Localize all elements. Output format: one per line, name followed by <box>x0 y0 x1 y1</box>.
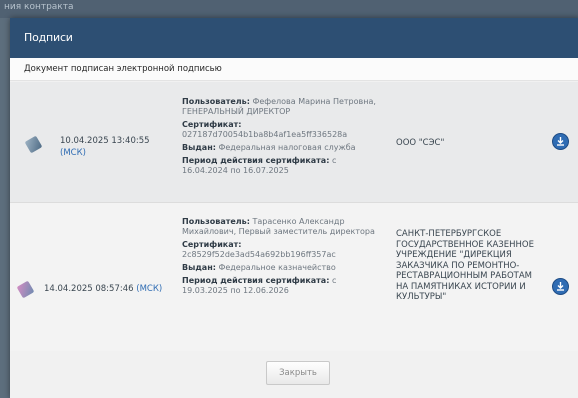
issuer-label: Выдан: <box>182 143 216 152</box>
signature-icon <box>24 135 43 154</box>
timezone-link[interactable]: (МСК) <box>60 148 86 158</box>
signature-datetime: 14.04.2025 08:57:46 <box>44 284 134 294</box>
download-button[interactable] <box>552 133 569 150</box>
signature-user: Пользователь: Фефелова Марина Петровна, … <box>182 97 382 117</box>
dialog-footer: Закрыть <box>10 351 578 398</box>
signature-issuer: Выдан: Федеральная налоговая служба <box>182 143 382 153</box>
signature-issuer: Выдан: Федеральное казначейство <box>182 263 382 273</box>
certificate-value: 2c8529f52de3ad54a692bb196ff357ac <box>182 250 336 259</box>
timezone-link[interactable]: (МСК) <box>136 284 162 294</box>
download-icon <box>557 137 564 146</box>
signature-datetime: 10.04.2025 13:40:55 <box>60 136 150 146</box>
signature-organization: САНКТ-ПЕТЕРБУРГСКОЕ ГОСУДАРСТВЕННОЕ КАЗЕ… <box>396 229 534 302</box>
dialog-header: Подписи <box>10 18 578 58</box>
close-button[interactable]: Закрыть <box>266 361 330 385</box>
signature-row: 10.04.2025 13:40:55 (МСК) Пользователь: … <box>10 82 578 202</box>
signature-details: Пользователь: Тарасенко Александр Михайл… <box>182 217 382 299</box>
signature-period: Период действия сертификата: с 16.04.202… <box>182 156 382 176</box>
signature-organization: ООО "СЭС" <box>396 138 445 148</box>
download-button[interactable] <box>552 278 569 295</box>
signatures-dialog: Подписи Документ подписан электронной по… <box>10 18 578 398</box>
signature-timestamp: 14.04.2025 08:57:46 (МСК) <box>44 283 162 295</box>
download-icon <box>557 282 564 291</box>
certificate-value: 027187d70054b1ba8b4af1ea5ff336528a <box>182 130 348 139</box>
period-label: Период действия сертификата: <box>182 276 330 285</box>
signature-user: Пользователь: Тарасенко Александр Михайл… <box>182 217 382 237</box>
issuer-label: Выдан: <box>182 263 216 272</box>
issuer-value: Федеральная налоговая служба <box>218 143 356 152</box>
signed-notice: Документ подписан электронной подписью <box>10 58 578 81</box>
background-strip-text: ния контракта <box>4 2 74 12</box>
period-label: Период действия сертификата: <box>182 156 330 165</box>
signature-timestamp: 10.04.2025 13:40:55 (МСК) <box>60 135 160 159</box>
user-label: Пользователь: <box>182 97 250 106</box>
signature-certificate: Сертификат: 2c8529f52de3ad54a692bb196ff35… <box>182 240 382 260</box>
certificate-label: Сертификат: <box>182 240 242 249</box>
signature-details: Пользователь: Фефелова Марина Петровна, … <box>182 97 382 179</box>
issuer-value: Федеральное казначейство <box>218 263 336 272</box>
signature-icon <box>16 280 35 299</box>
signature-certificate: Сертификат: 027187d70054b1ba8b4af1ea5ff33… <box>182 120 382 140</box>
background-window-strip: ния контракта <box>0 0 578 18</box>
signature-period: Период действия сертификата: с 19.03.202… <box>182 276 382 296</box>
user-label: Пользователь: <box>182 217 250 226</box>
certificate-label: Сертификат: <box>182 120 242 129</box>
dialog-title: Подписи <box>24 31 73 44</box>
signature-row: 14.04.2025 08:57:46 (МСК) Пользователь: … <box>10 202 578 351</box>
